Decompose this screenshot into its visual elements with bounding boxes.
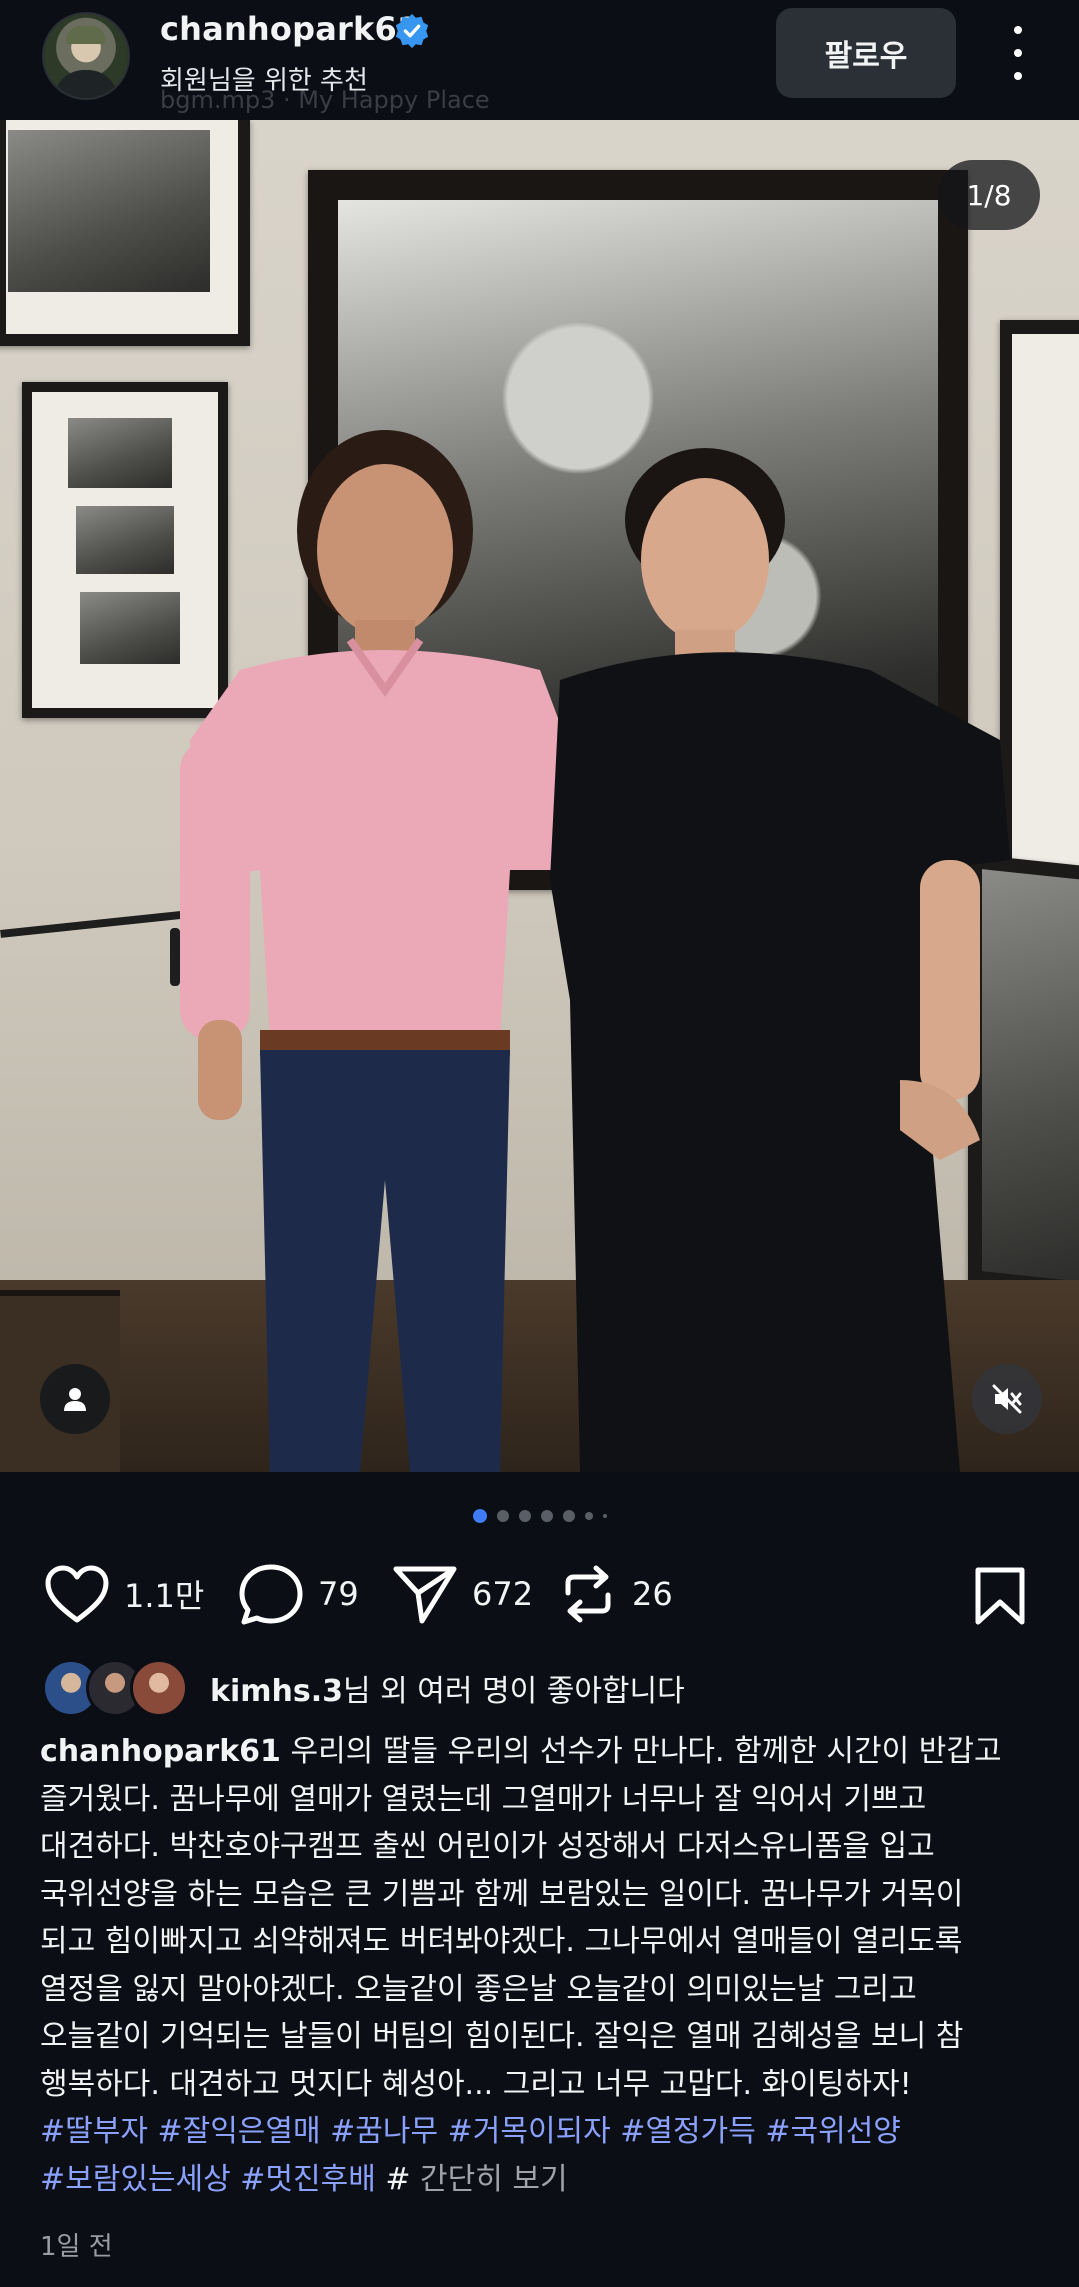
show-less-link[interactable]: 간단히 보기 xyxy=(420,2162,568,2197)
audio-label: bgm.mp3 · My Happy Place xyxy=(160,86,490,114)
muted-speaker-icon xyxy=(992,1384,1022,1414)
share-count: 672 xyxy=(472,1575,534,1613)
caption-line: 우리의 딸들 우리의 선수가 만나다. 함께한 시간이 반갑고 xyxy=(290,1734,1002,1769)
verified-badge-icon xyxy=(395,13,429,49)
hashtags-line[interactable]: #보람있는세상 #멋진후배 xyxy=(40,2162,376,2197)
caption-line: 열정을 잃지 말아야겠다. 오늘같이 좋은날 오늘같이 의미있는날 그리고 xyxy=(40,1971,917,2007)
person-black-shirt xyxy=(550,448,1010,1472)
carousel-dot-active xyxy=(472,1509,487,1523)
like-action[interactable]: 1.1만 xyxy=(44,1562,204,1626)
caption-line: 대견하다. 박찬호야구캠프 출씬 어린이가 성장해서 다저스유니폼을 입고 xyxy=(40,1829,935,1864)
comment-action[interactable]: 79 xyxy=(238,1562,359,1626)
caption-line: 행복하다. 대견하고 멋지다 혜성아... 그리고 너무 고맙다. 화이팅하자! xyxy=(40,2066,912,2102)
liked-by-text: kimhs.3님 외 여러 명이 좋아합니다 xyxy=(210,1674,685,1709)
more-options-icon[interactable] xyxy=(1000,26,1036,80)
carousel-counter: 1/8 xyxy=(938,160,1040,230)
post-timestamp: 1일 전 xyxy=(40,2232,113,2262)
tagged-people-button[interactable] xyxy=(40,1364,110,1434)
carousel-dot xyxy=(584,1512,593,1520)
author-username[interactable]: chanhopark61 xyxy=(160,10,419,48)
person-icon xyxy=(64,1388,86,1411)
repost-count: 26 xyxy=(632,1575,673,1613)
caption-line: 되고 힘이빠지고 쇠약해져도 버텨봐야겠다. 그나무에서 열매들이 열리도록 xyxy=(40,1924,963,1959)
carousel-dot xyxy=(496,1510,509,1522)
post-action-bar: 1.1만 79 672 26 xyxy=(0,1552,1079,1636)
carousel-dot xyxy=(602,1514,607,1518)
comment-bubble-icon[interactable] xyxy=(238,1562,304,1626)
heart-icon[interactable] xyxy=(44,1564,110,1624)
carousel-dot xyxy=(518,1510,531,1522)
post-header: chanhopark61 회원님을 위한 추천 bgm.mp3 · My Hap… xyxy=(0,0,1079,120)
wall-frame xyxy=(0,120,250,346)
carousel-dot xyxy=(540,1510,553,1522)
caption-line: 오늘같이 기억되는 날들이 버팀의 힘이된다. 잘익은 열매 김혜성을 보니 참 xyxy=(40,2019,964,2054)
author-avatar[interactable] xyxy=(42,12,130,100)
share-action[interactable]: 672 xyxy=(392,1562,533,1626)
liked-by-row[interactable]: kimhs.3님 외 여러 명이 좋아합니다 xyxy=(42,1659,685,1717)
like-count: 1.1만 xyxy=(124,1577,205,1615)
carousel-dot xyxy=(562,1510,575,1522)
post-media-image[interactable]: 1/8 xyxy=(0,120,1079,1472)
post-caption: chanhopark61 우리의 딸들 우리의 선수가 만나다. 함께한 시간이… xyxy=(40,1728,1040,2203)
send-paper-plane-icon[interactable] xyxy=(392,1563,458,1625)
repost-arrows-icon[interactable] xyxy=(558,1563,618,1625)
follow-button[interactable]: 팔로우 xyxy=(776,8,956,98)
repost-action[interactable]: 26 xyxy=(558,1562,673,1626)
caption-line: 즐거웠다. 꿈나무에 열매가 열렸는데 그열매가 너무나 잘 익어서 기쁘고 xyxy=(40,1781,927,1817)
comment-count: 79 xyxy=(318,1575,359,1613)
bookmark-icon[interactable] xyxy=(970,1566,1030,1626)
hashtags-line[interactable]: #딸부자 #잘익은열매 #꿈나무 #거목이되자 #열정가득 #국위선양 xyxy=(40,2108,1040,2156)
stair-railing xyxy=(0,910,190,938)
carousel-indicator xyxy=(0,1508,1079,1524)
mute-toggle-button[interactable] xyxy=(972,1364,1042,1434)
caption-line: 국위선양을 하는 모습은 큰 기쁨과 함께 보람있는 일이다. 꿈나무가 거목이 xyxy=(40,1876,964,1912)
liker-avatar xyxy=(130,1659,188,1717)
liker-username[interactable]: kimhs.3 xyxy=(210,1674,343,1709)
caption-username[interactable]: chanhopark61 xyxy=(40,1734,281,1769)
